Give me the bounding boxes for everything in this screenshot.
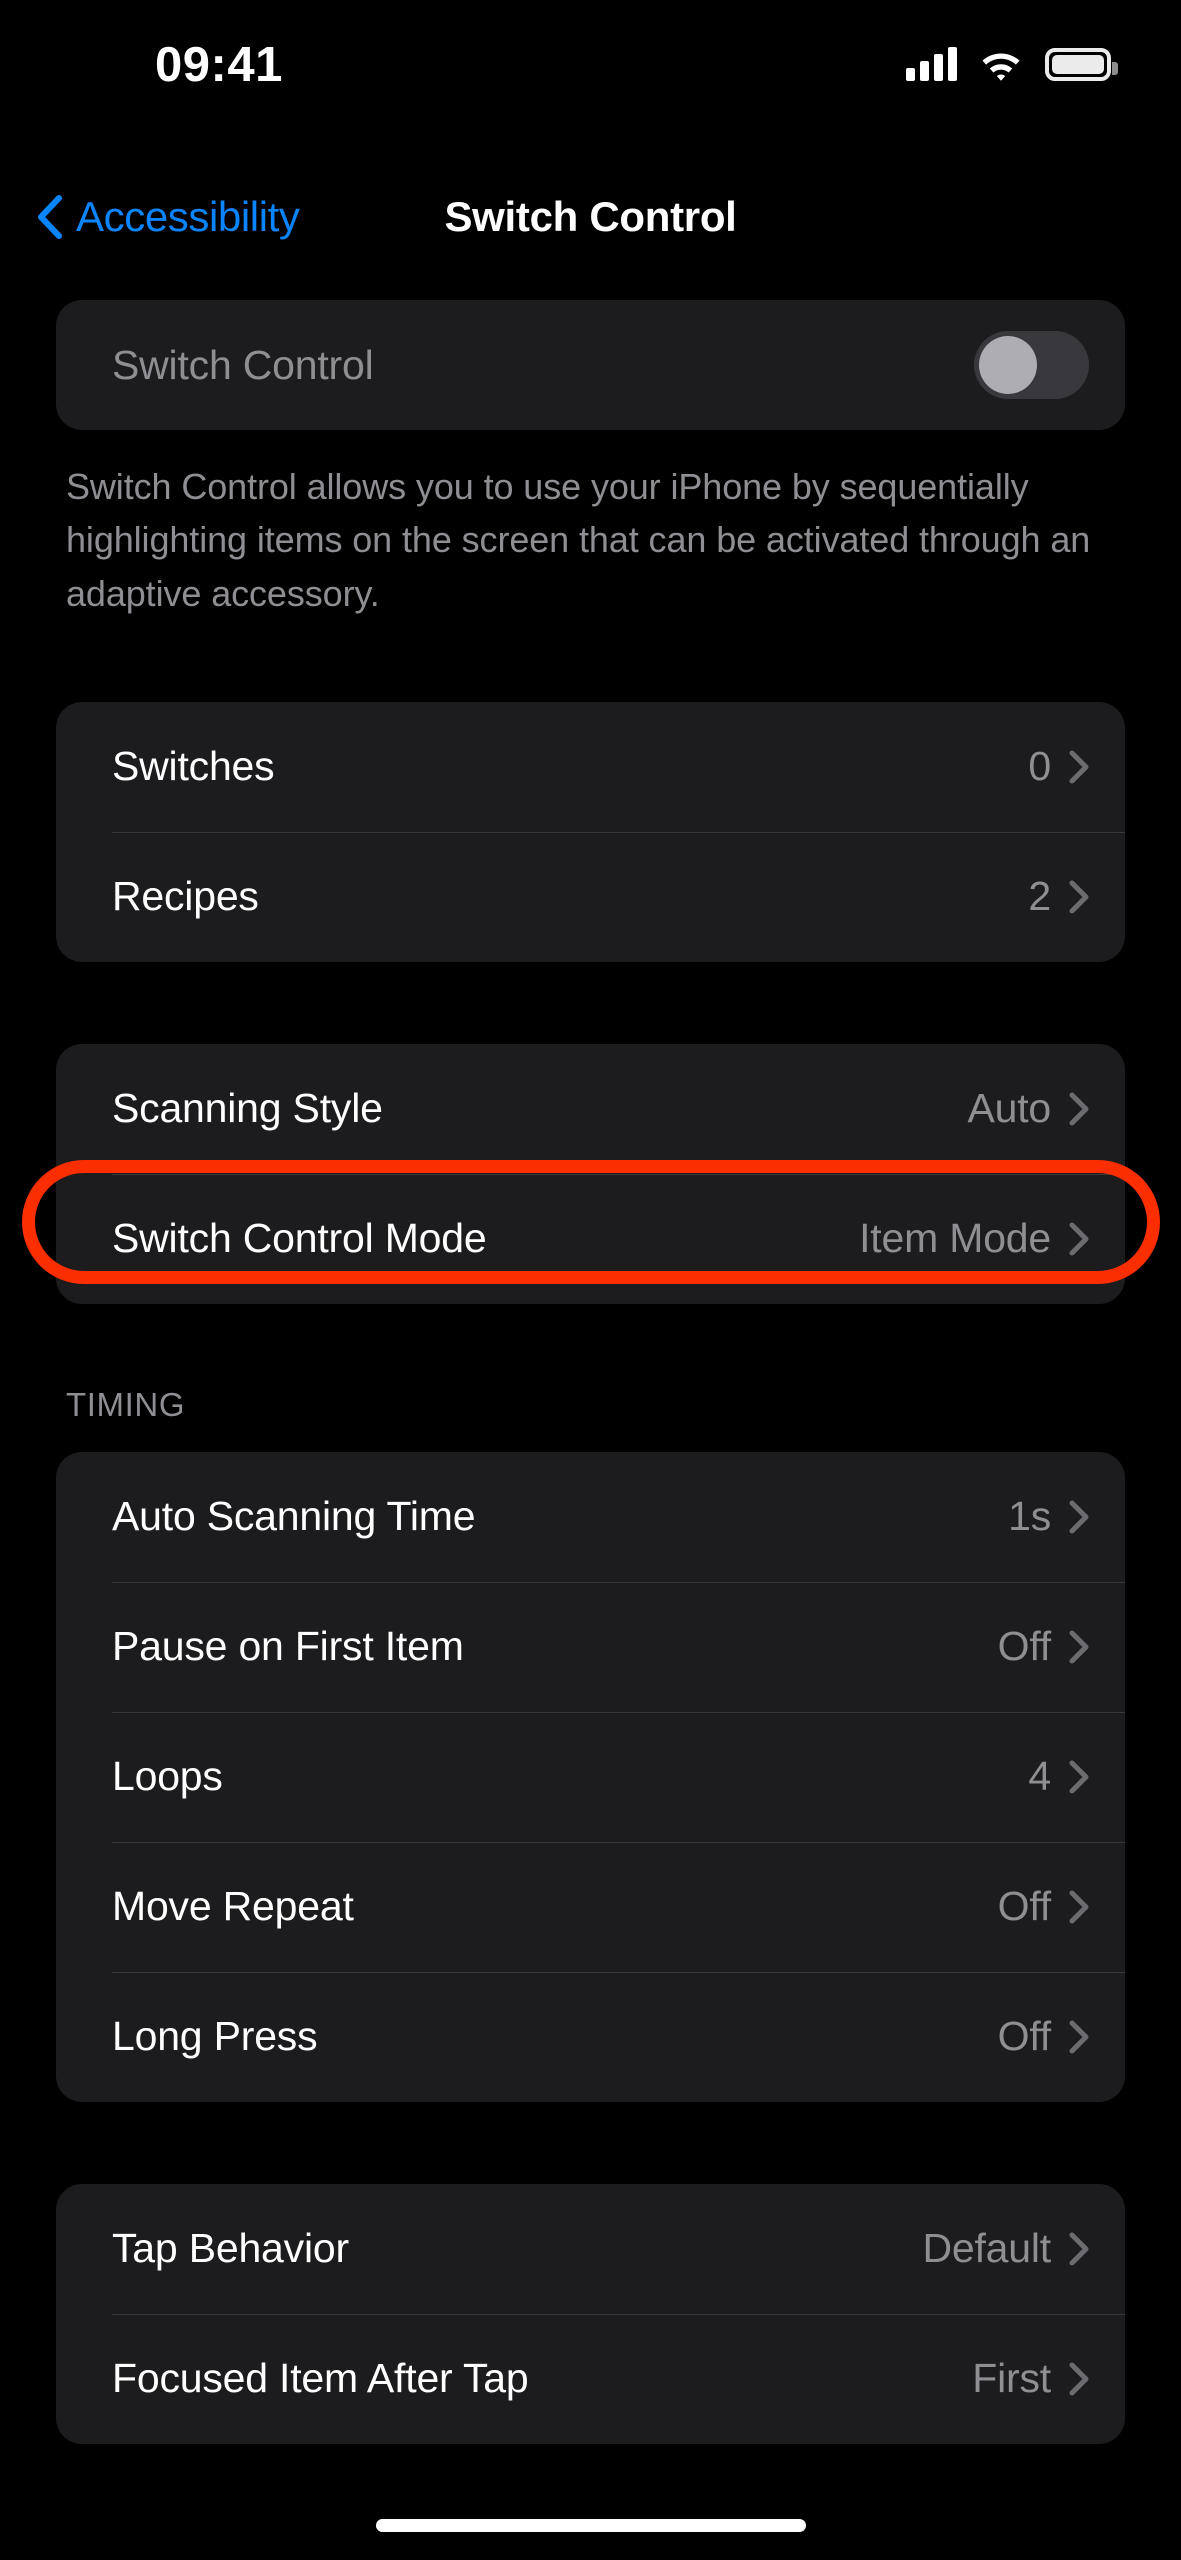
row-focused-item-after-tap[interactable]: Focused Item After Tap First (56, 2313, 1125, 2444)
row-label: Long Press (112, 2013, 318, 2060)
row-value: 0 (1028, 743, 1051, 790)
battery-icon (1045, 47, 1118, 81)
row-move-repeat[interactable]: Move Repeat Off (56, 1841, 1125, 1972)
row-label: Tap Behavior (112, 2225, 349, 2272)
chevron-right-icon (1069, 880, 1089, 914)
chevron-right-icon (1069, 2232, 1089, 2266)
switch-control-toggle[interactable] (974, 331, 1089, 399)
chevron-right-icon (1069, 750, 1089, 784)
row-scanning-style[interactable]: Scanning Style Auto (56, 1044, 1125, 1174)
switch-control-toggle-card: Switch Control (56, 300, 1125, 430)
row-long-press[interactable]: Long Press Off (56, 1971, 1125, 2102)
row-label: Switches (112, 743, 275, 790)
back-button-label: Accessibility (76, 193, 300, 240)
row-switch-control-toggle[interactable]: Switch Control (56, 300, 1125, 430)
row-pause-on-first-item[interactable]: Pause on First Item Off (56, 1581, 1125, 1712)
settings-content: Switch Control Switch Control allows you… (0, 300, 1181, 2444)
row-label: Switch Control (112, 341, 374, 388)
row-switch-control-mode[interactable]: Switch Control Mode Item Mode (56, 1173, 1125, 1304)
row-tap-behavior[interactable]: Tap Behavior Default (56, 2184, 1125, 2314)
cellular-signal-icon (906, 47, 957, 81)
row-value: 2 (1028, 873, 1051, 920)
row-value: Item Mode (859, 1215, 1051, 1262)
row-label: Pause on First Item (112, 1623, 464, 1670)
wifi-icon (979, 47, 1023, 81)
chevron-right-icon (1069, 1760, 1089, 1794)
section-header-timing: TIMING (66, 1385, 186, 1423)
row-recipes[interactable]: Recipes 2 (56, 831, 1125, 962)
row-value: First (972, 2355, 1051, 2402)
row-value: Default (922, 2225, 1051, 2272)
row-value: Off (997, 2013, 1052, 2060)
back-button[interactable]: Accessibility (36, 178, 300, 256)
row-label: Loops (112, 1753, 223, 1800)
navigation-bar: Switch Control Accessibility (0, 178, 1181, 256)
status-bar: 09:41 (0, 0, 1181, 120)
tap-behavior-card: Tap Behavior Default Focused Item After … (56, 2183, 1125, 2444)
chevron-left-icon (36, 195, 62, 239)
row-label: Move Repeat (112, 1883, 354, 1930)
row-value: 4 (1028, 1753, 1051, 1800)
timing-card: Auto Scanning Time 1s Pause on First Ite… (56, 1451, 1125, 2102)
chevron-right-icon (1069, 1630, 1089, 1664)
chevron-right-icon (1069, 1222, 1089, 1256)
row-loops[interactable]: Loops 4 (56, 1711, 1125, 1842)
chevron-right-icon (1069, 1500, 1089, 1534)
row-value: Off (997, 1623, 1052, 1670)
row-switches[interactable]: Switches 0 (56, 702, 1125, 832)
row-label: Scanning Style (112, 1085, 383, 1132)
chevron-right-icon (1069, 1092, 1089, 1126)
row-label: Focused Item After Tap (112, 2355, 529, 2402)
status-bar-indicators (906, 47, 1118, 81)
switches-recipes-card: Switches 0 Recipes 2 (56, 701, 1125, 962)
chevron-right-icon (1069, 2362, 1089, 2396)
row-value: 1s (1008, 1493, 1051, 1540)
row-label: Recipes (112, 873, 259, 920)
iphone-screen: 09:41 Switch Control Accessibility Switc… (0, 0, 1181, 2560)
row-label: Switch Control Mode (112, 1215, 487, 1262)
row-label: Auto Scanning Time (112, 1493, 476, 1540)
toggle-knob (979, 336, 1037, 394)
chevron-right-icon (1069, 2020, 1089, 2054)
chevron-right-icon (1069, 1890, 1089, 1924)
scanning-card: Scanning Style Auto Switch Control Mode … (56, 1043, 1125, 1304)
row-auto-scanning-time[interactable]: Auto Scanning Time 1s (56, 1452, 1125, 1582)
row-value: Off (997, 1883, 1052, 1930)
switch-control-description: Switch Control allows you to use your iP… (66, 466, 1091, 614)
row-value: Auto (967, 1085, 1051, 1132)
home-indicator (375, 2519, 806, 2532)
status-bar-time: 09:41 (155, 38, 283, 92)
